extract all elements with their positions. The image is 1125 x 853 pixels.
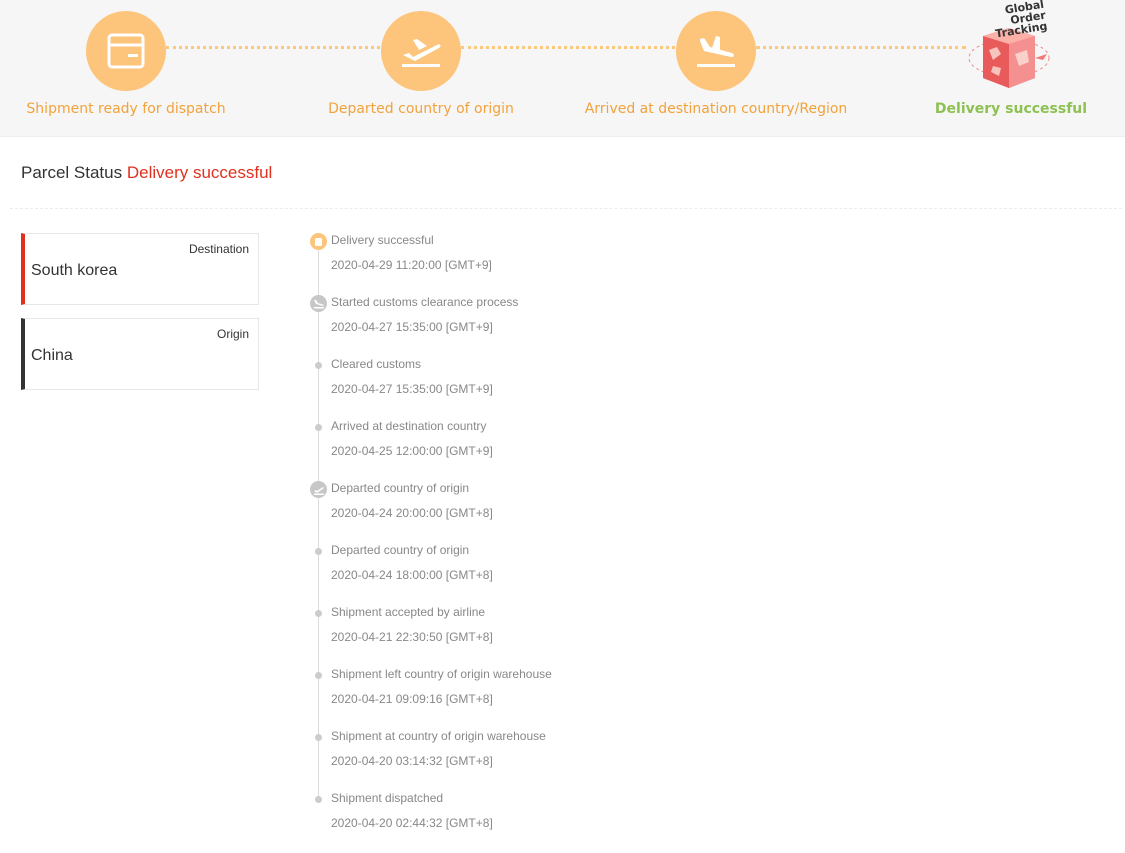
event-time: 2020-04-27 15:35:00 [GMT+9] [331, 320, 493, 334]
timeline-event: Shipment accepted by airline 2020-04-21 … [308, 605, 708, 667]
progress-connector [756, 46, 966, 49]
event-time: 2020-04-29 11:20:00 [GMT+9] [331, 258, 492, 272]
step-departed-origin [381, 11, 461, 91]
event-title: Shipment at country of origin warehouse [331, 729, 546, 743]
tracking-progress-bar: Global Order Tracking Shipment ready for… [0, 0, 1125, 137]
timeline-event: Arrived at destination country 2020-04-2… [308, 419, 708, 481]
event-title: Departed country of origin [331, 543, 470, 557]
timeline-event: Started customs clearance process 2020-0… [308, 295, 708, 357]
parcel-status-value: Delivery successful [126, 163, 273, 182]
plane-arrival-icon [310, 295, 327, 312]
event-title: Shipment dispatched [331, 791, 444, 805]
plane-departure-icon [402, 39, 441, 67]
event-time: 2020-04-24 20:00:00 [GMT+8] [331, 506, 493, 520]
event-title: Cleared customs [331, 357, 422, 371]
timeline-event: Shipment left country of origin warehous… [308, 667, 708, 729]
parcel-status-label: Parcel Status [21, 163, 123, 182]
event-title: Delivery successful [331, 233, 434, 247]
timeline-event: Shipment dispatched 2020-04-20 02:44:32 … [308, 791, 708, 853]
origin-country: China [31, 347, 73, 364]
timeline-event: Delivery successful 2020-04-29 11:20:00 … [308, 233, 708, 295]
progress-connector [166, 46, 380, 49]
step-label-departed-origin: Departed country of origin [328, 101, 514, 117]
event-time: 2020-04-20 03:14:32 [GMT+8] [331, 754, 493, 768]
delivered-icon [310, 233, 327, 250]
step-label-shipment-ready: Shipment ready for dispatch [26, 101, 226, 117]
timeline-event: Cleared customs 2020-04-27 15:35:00 [GMT… [308, 357, 708, 419]
event-title: Started customs clearance process [331, 295, 519, 309]
origin-card: Origin China [21, 318, 259, 390]
timeline-event: Shipment at country of origin warehouse … [308, 729, 708, 791]
package-icon [107, 33, 145, 69]
event-title: Shipment accepted by airline [331, 605, 486, 619]
divider [10, 208, 1122, 209]
event-title: Arrived at destination country [331, 419, 487, 433]
timeline-dot [315, 362, 322, 369]
step-arrived-destination [676, 11, 756, 91]
origin-tag: Origin [216, 327, 249, 341]
event-time: 2020-04-27 15:35:00 [GMT+9] [331, 382, 493, 396]
timeline-dot [315, 672, 322, 679]
timeline-event: Departed country of origin 2020-04-24 18… [308, 543, 708, 605]
step-label-arrived-destination: Arrived at destination country/Region [584, 101, 848, 117]
step-shipment-ready [86, 11, 166, 91]
parcel-status: Parcel Status Delivery successful [21, 163, 272, 183]
event-title: Departed country of origin [331, 481, 470, 495]
destination-card: Destination South korea [21, 233, 259, 305]
timeline-event: Departed country of origin 2020-04-24 20… [308, 481, 708, 543]
event-time: 2020-04-21 22:30:50 [GMT+8] [331, 630, 493, 644]
event-time: 2020-04-20 02:44:32 [GMT+8] [331, 816, 493, 830]
plane-arrival-icon [697, 36, 735, 67]
timeline-dot [315, 610, 322, 617]
step-label-delivery-successful: Delivery successful [934, 101, 1088, 117]
timeline-dot [315, 796, 322, 803]
progress-connector [461, 46, 675, 49]
event-time: 2020-04-21 09:09:16 [GMT+8] [331, 692, 493, 706]
event-time: 2020-04-25 12:00:00 [GMT+9] [331, 444, 493, 458]
timeline-dot [315, 424, 322, 431]
event-time: 2020-04-24 18:00:00 [GMT+8] [331, 568, 493, 582]
event-title: Shipment left country of origin warehous… [331, 667, 552, 681]
destination-country: South korea [31, 262, 118, 279]
timeline-dot [315, 734, 322, 741]
timeline-dot [315, 548, 322, 555]
plane-departure-icon [310, 481, 327, 498]
destination-tag: Destination [188, 242, 249, 256]
